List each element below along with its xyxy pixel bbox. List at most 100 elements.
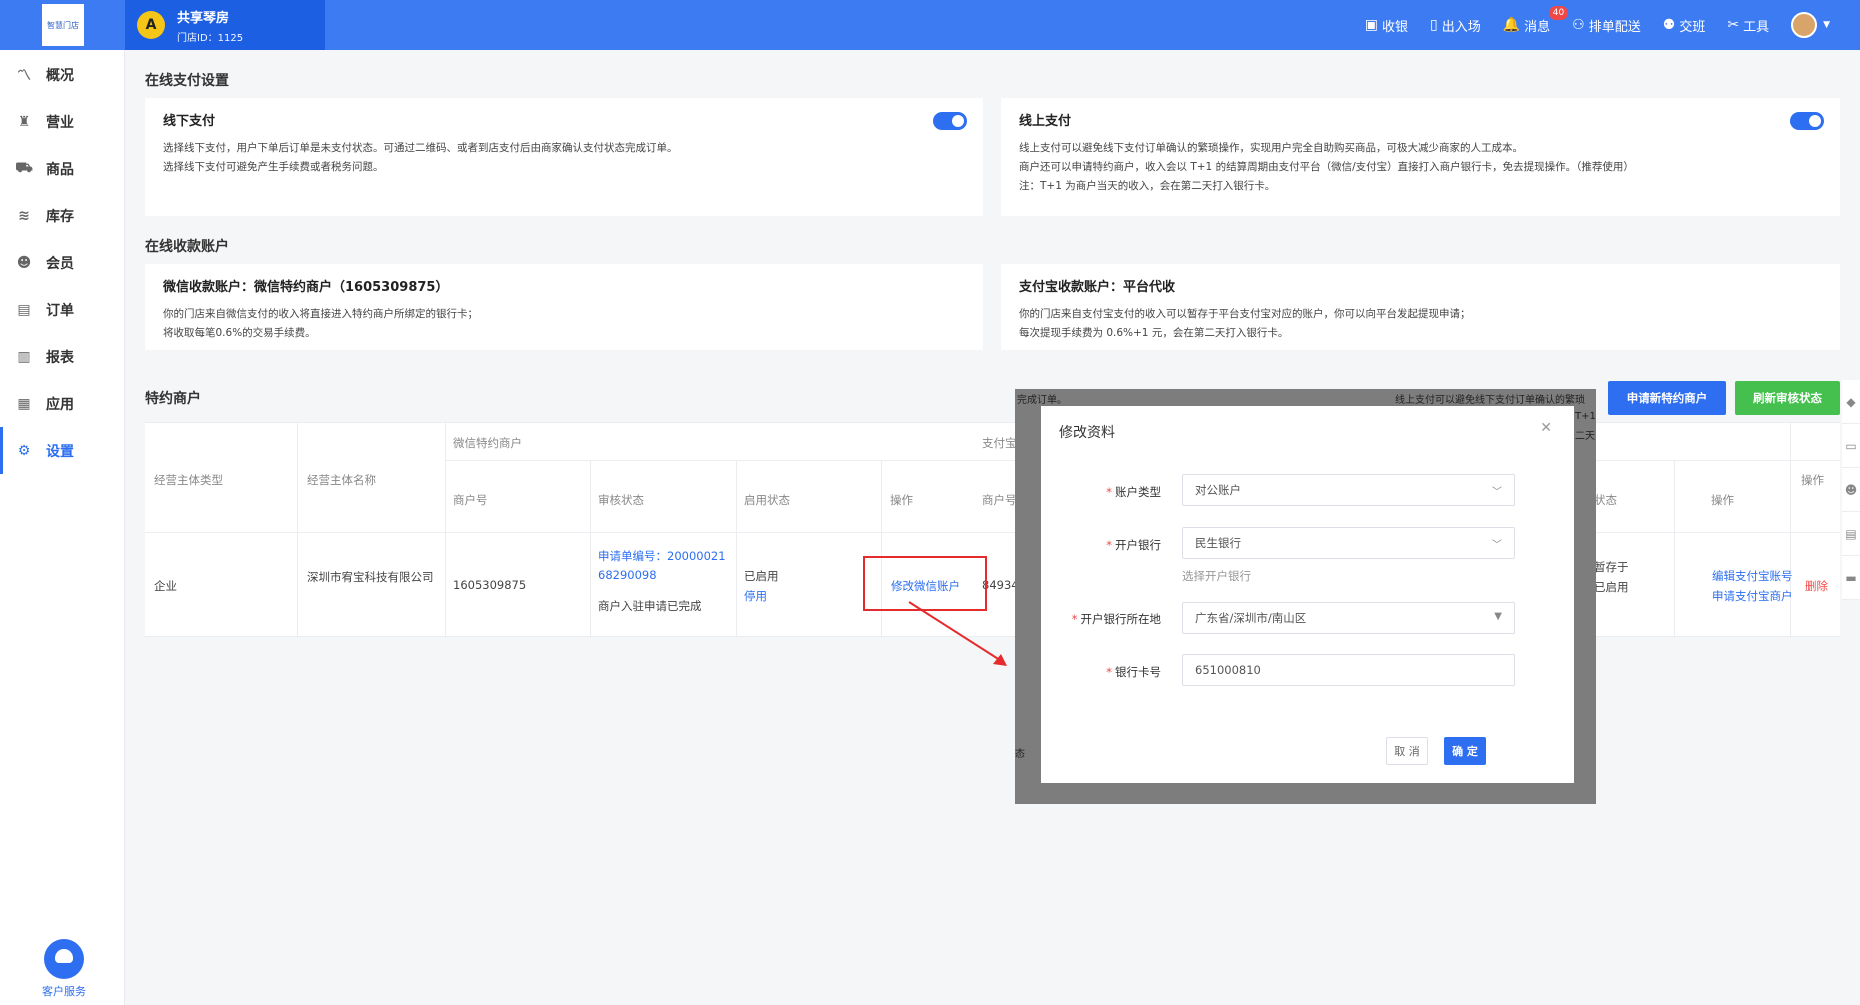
box-icon[interactable]: ▤ [1842, 512, 1860, 556]
sidebar-item-business[interactable]: ♜ 营业 [0, 98, 124, 145]
sidebar-item-members[interactable]: ☻ 会员 [0, 239, 124, 286]
sidebar-item-settings[interactable]: ⚙ 设置 [0, 427, 124, 474]
sidebar-item-inventory[interactable]: ≋ 库存 [0, 192, 124, 239]
col-header-op: 操作 [890, 493, 913, 507]
nav-tools-label: 工具 [1743, 19, 1770, 35]
region-cascader[interactable]: 广东省/深圳市/南山区 ▼ [1182, 602, 1515, 634]
sidebar-item-label: 设置 [46, 443, 74, 460]
chat-icon[interactable]: ▭ [1842, 424, 1860, 468]
nav-cashier-label: 收银 [1381, 19, 1408, 35]
nav-messages[interactable]: 🔔 消息 40 [1502, 5, 1569, 35]
refresh-audit-button[interactable]: 刷新审核状态 [1735, 381, 1840, 415]
account-type-label: * 账户类型 [1041, 484, 1161, 500]
cashier-icon: ▣ [1364, 17, 1378, 33]
caret-down-icon: ▼ [1494, 611, 1502, 622]
bell-icon: 🔔 [1502, 17, 1521, 33]
sidebar-item-reports[interactable]: ▥ 报表 [0, 333, 124, 380]
col-header-merchant-no: 商户号 [453, 493, 488, 507]
chevron-down-icon: ▼ [1823, 20, 1830, 30]
delete-link[interactable]: 删除 [1805, 578, 1828, 594]
app-logo[interactable]: 智慧门店 [42, 4, 84, 46]
sidebar-item-label: 报表 [46, 349, 74, 366]
inventory-icon: ≋ [18, 207, 30, 224]
user-menu[interactable]: ▼ [1791, 12, 1830, 38]
col-header-wechat-group: 微信特约商户 [453, 436, 522, 450]
sidebar-item-products[interactable]: ⛟ 商品 [0, 145, 124, 192]
edit-alipay-account-link[interactable]: 编辑支付宝账号 [1712, 568, 1793, 584]
settings-icon: ⚙ [17, 442, 31, 459]
online-payment-desc-2: 商户还可以申请特约商户，收入会以 T+1 的结算周期由支付平台（微信/支付宝）直… [1019, 161, 1634, 173]
apply-merchant-button[interactable]: 申请新特约商户 [1608, 381, 1726, 415]
card-number-label-text: 银行卡号 [1115, 665, 1161, 679]
cell-alipay-status: 暂存于 [1594, 560, 1629, 574]
member-icon: ☻ [16, 254, 32, 271]
alipay-account-heading: 支付宝收款账户：平台代收 [1019, 280, 1176, 295]
nav-tools[interactable]: ✂ 工具 [1727, 16, 1769, 35]
store-switcher[interactable]: A 共享琴房 门店ID：1125 [125, 0, 325, 50]
sidebar-item-label: 概况 [46, 67, 74, 84]
order-icon: ▤ [17, 301, 31, 318]
shift-icon: ⚉ [1662, 17, 1676, 33]
required-mark: * [1106, 485, 1112, 499]
offline-payment-desc-1: 选择线下支付，用户下单后订单是未支付状态。可通过二维码、或者到店支付后由商家确认… [163, 142, 678, 154]
offline-payment-toggle[interactable] [933, 112, 967, 130]
card-number-input[interactable]: 651000810 [1182, 654, 1515, 686]
col-header-alipay-group: 支付宝 [982, 436, 1017, 450]
wechat-account-desc-2: 将收取每笔0.6%的交易手续费。 [163, 327, 316, 339]
bank-label-text: 开户银行 [1115, 538, 1161, 552]
audit-request-link[interactable]: 申请单编号：2000002168290098 [598, 547, 728, 585]
sidebar-item-label: 库存 [46, 208, 74, 225]
region-label: * 开户银行所在地 [1041, 611, 1161, 627]
logo-text: 智慧门店 [47, 20, 79, 30]
card-icon[interactable]: ▬ [1842, 556, 1860, 600]
online-payment-toggle[interactable] [1790, 112, 1824, 130]
bank-value: 民生银行 [1195, 536, 1241, 550]
apps-icon: ▦ [17, 395, 31, 412]
sidebar-item-orders[interactable]: ▤ 订单 [0, 286, 124, 333]
nav-messages-label: 消息 [1524, 19, 1551, 35]
card-number-value: 651000810 [1195, 663, 1261, 677]
sidebar-item-apps[interactable]: ▦ 应用 [0, 380, 124, 427]
nav-entry[interactable]: ▯ 出入场 [1430, 16, 1481, 35]
required-mark: * [1071, 612, 1078, 626]
annotation-arrow [908, 601, 1007, 666]
nav-shift[interactable]: ⚉ 交班 [1663, 16, 1706, 35]
nav-dispatch[interactable]: ⚇ 排单配送 [1572, 16, 1641, 35]
wechat-account-card: 微信收款账户：微信特约商户（1605309875） 你的门店来自微信支付的收入将… [145, 264, 983, 350]
apply-alipay-merchant-link[interactable]: 申请支付宝商户 [1712, 588, 1793, 604]
nav-shift-label: 交班 [1679, 19, 1706, 35]
layers-icon[interactable]: ◆ [1842, 380, 1860, 424]
avatar [1791, 12, 1818, 38]
nav-cashier[interactable]: ▣ 收银 [1365, 16, 1408, 35]
account-type-value: 对公账户 [1195, 483, 1241, 497]
customer-service-button[interactable]: 客户服务 [34, 939, 94, 999]
close-icon[interactable]: ✕ [1540, 420, 1552, 436]
required-mark: * [1106, 665, 1112, 679]
cell-audit-status: 商户入驻申请已完成 [598, 599, 702, 613]
background-text: 态 [1015, 749, 1025, 760]
divider [297, 422, 298, 636]
account-type-select[interactable]: 对公账户 ﹀ [1182, 474, 1515, 506]
confirm-button[interactable]: 确 定 [1444, 737, 1486, 765]
cell-type: 企业 [154, 579, 177, 593]
sidebar-item-label: 应用 [46, 396, 74, 413]
cell-merchant-no: 1605309875 [453, 578, 527, 592]
users-icon[interactable]: ☻ [1842, 468, 1860, 512]
nav-dispatch-label: 排单配送 [1588, 19, 1641, 35]
cell-alipay-status-2: 已启用 [1594, 580, 1629, 594]
offline-payment-card: 线下支付 选择线下支付，用户下单后订单是未支付状态。可通过二维码、或者到店支付后… [145, 98, 983, 216]
divider [590, 460, 591, 636]
right-toolbar: ◆ ▭ ☻ ▤ ▬ [1842, 380, 1860, 600]
chevron-down-icon: ﹀ [1492, 487, 1502, 498]
bank-hint: 选择开户银行 [1182, 569, 1251, 583]
cancel-button[interactable]: 取 消 [1386, 737, 1428, 765]
online-payment-heading: 线上支付 [1019, 114, 1072, 129]
background-text: 完成订单。 [1017, 395, 1067, 406]
sidebar-item-label: 商品 [46, 161, 74, 178]
disable-link[interactable]: 停用 [744, 588, 767, 604]
sidebar-item-overview[interactable]: 〽概况 [0, 51, 124, 98]
dispatch-icon: ⚇ [1572, 17, 1585, 33]
background-text: T+1 [1575, 411, 1596, 422]
col-header-audit: 审核状态 [598, 493, 644, 507]
bank-select[interactable]: 民生银行 ﹀ [1182, 527, 1515, 559]
